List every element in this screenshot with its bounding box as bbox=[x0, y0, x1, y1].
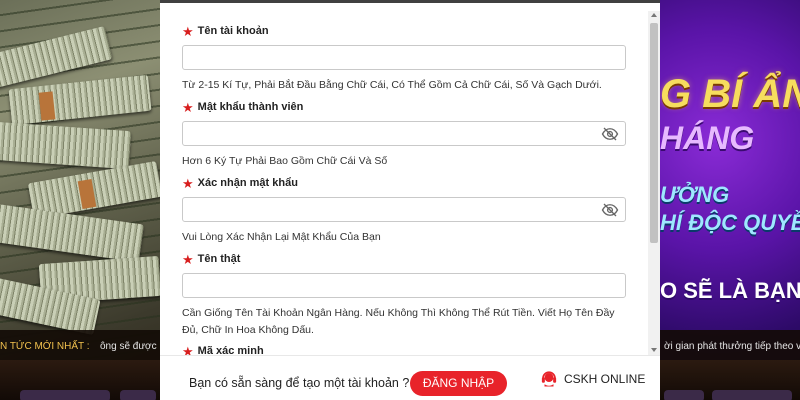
required-star-icon: ★ bbox=[182, 343, 194, 356]
username-input[interactable] bbox=[182, 45, 626, 70]
password-hint: Hơn 6 Ký Tự Phải Bao Gồm Chữ Cái Và Số bbox=[182, 155, 388, 167]
username-hint: Từ 2-15 Kí Tự, Phải Bắt Đầu Bằng Chữ Cái… bbox=[182, 79, 602, 91]
ticker-label: N TỨC MỚI NHẤT : bbox=[0, 341, 90, 352]
password-label: Mật khẩu thành viên bbox=[197, 101, 304, 113]
real-name-field-group: ★ Tên thật Cần Giống Tên Tài Khoản Ngân … bbox=[182, 251, 628, 339]
field-label-row: ★ Mật khẩu thành viên bbox=[182, 99, 628, 115]
real-name-hint: Cần Giống Tên Tài Khoản Ngân Hàng. Nếu K… bbox=[182, 307, 615, 336]
form-scrollbar[interactable] bbox=[648, 11, 660, 355]
headset-icon bbox=[541, 371, 557, 387]
confirm-password-field-group: ★ Xác nhận mật khẩu Vui Lòng Xác Nhận Lạ… bbox=[182, 175, 628, 246]
real-name-label: Tên thật bbox=[197, 253, 241, 265]
game-card[interactable] bbox=[20, 390, 110, 400]
money-stack bbox=[0, 25, 113, 89]
username-field-group: ★ Tên tài khoản Từ 2-15 Kí Tự, Phải Bắt … bbox=[182, 23, 628, 94]
username-label: Tên tài khoản bbox=[197, 25, 269, 37]
field-label-row: ★ Tên tài khoản bbox=[182, 23, 628, 39]
field-label-row: ★ Tên thật bbox=[182, 251, 628, 267]
money-stack bbox=[0, 120, 132, 170]
confirm-password-input[interactable] bbox=[182, 197, 626, 222]
real-name-input[interactable] bbox=[182, 273, 626, 298]
login-button[interactable]: ĐĂNG NHẬP bbox=[410, 371, 507, 396]
required-star-icon: ★ bbox=[182, 251, 194, 267]
required-star-icon: ★ bbox=[182, 175, 194, 191]
scrollbar-thumb[interactable] bbox=[650, 23, 658, 243]
field-label-row: ★ Xác nhận mật khẩu bbox=[182, 175, 628, 191]
promo-line: HÍ ĐỘC QUYỀN bbox=[660, 210, 800, 235]
confirm-password-hint: Vui Lòng Xác Nhận Lại Mật Khẩu Của Bạn bbox=[182, 231, 381, 243]
customer-support-link[interactable]: CSKH ONLINE bbox=[540, 370, 645, 388]
scroll-down-arrow-icon[interactable] bbox=[651, 348, 657, 352]
password-input[interactable] bbox=[182, 121, 626, 146]
required-star-icon: ★ bbox=[182, 99, 194, 115]
register-form: ★ Tên tài khoản Từ 2-15 Kí Tự, Phải Bắt … bbox=[160, 3, 648, 355]
modal-footer: Bạn có sẵn sàng để tạo một tài khoản ? Đ… bbox=[160, 355, 660, 400]
game-card[interactable] bbox=[120, 390, 156, 400]
register-modal: ★ Tên tài khoản Từ 2-15 Kí Tự, Phải Bắt … bbox=[160, 0, 660, 400]
game-card[interactable] bbox=[664, 390, 704, 400]
promo-line: ƯỞNG bbox=[660, 182, 730, 207]
verification-code-field-group: ★ Mã xác minh bbox=[182, 343, 628, 356]
eye-slash-icon[interactable] bbox=[601, 125, 619, 143]
create-account-prompt: Bạn có sẵn sàng để tạo một tài khoản ? bbox=[189, 376, 410, 390]
scroll-up-arrow-icon[interactable] bbox=[651, 13, 657, 17]
confirm-password-label: Xác nhận mật khẩu bbox=[197, 177, 298, 189]
support-label: CSKH ONLINE bbox=[564, 372, 646, 386]
field-label-row: ★ Mã xác minh bbox=[182, 343, 628, 356]
password-field-group: ★ Mật khẩu thành viên Hơn 6 Ký Tự Phải B… bbox=[182, 99, 628, 170]
money-stack bbox=[0, 203, 144, 263]
required-star-icon: ★ bbox=[182, 23, 194, 39]
promo-line: O SẼ LÀ BẠN bbox=[660, 278, 800, 303]
ticker-text: ông sẽ được p bbox=[100, 341, 165, 352]
promo-line: G BÍ ẨN bbox=[660, 72, 800, 116]
game-card[interactable] bbox=[712, 390, 792, 400]
verification-code-label: Mã xác minh bbox=[197, 345, 264, 355]
eye-slash-icon[interactable] bbox=[601, 201, 619, 219]
promo-line: HÁNG bbox=[660, 120, 755, 156]
ticker-text: ời gian phát thưởng tiếp theo vào n bbox=[664, 341, 800, 352]
money-band bbox=[38, 91, 56, 121]
money-stack bbox=[8, 74, 152, 126]
